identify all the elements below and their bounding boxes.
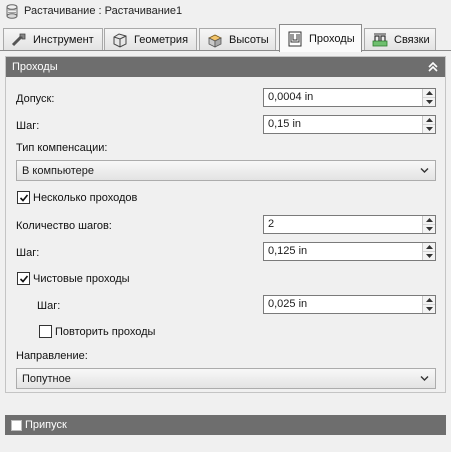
tool-icon [11, 33, 26, 47]
boring-operation-icon [6, 4, 18, 19]
stock-checkbox[interactable] [11, 419, 22, 431]
spin-up-icon[interactable] [423, 116, 435, 124]
spin-up-icon[interactable] [423, 216, 435, 224]
compensation-select[interactable]: В компьютере [16, 160, 436, 181]
compensation-value: В компьютере [22, 164, 94, 177]
step2-value[interactable]: 0,125 in [264, 243, 422, 260]
tab-bar: Инструмент Геометрия Высоты Проходы Связ… [0, 24, 451, 52]
step-value[interactable]: 0,15 in [264, 116, 422, 133]
spin-down-icon[interactable] [423, 304, 435, 313]
finishing-passes-label[interactable]: Чистовые проходы [33, 273, 130, 285]
checkmark-icon [19, 274, 28, 283]
tab-tool[interactable]: Инструмент [3, 28, 103, 51]
passes-icon [288, 31, 302, 46]
geometry-icon [113, 33, 127, 48]
chevron-down-icon [420, 168, 429, 173]
stock-section-title: Припуск [25, 419, 67, 431]
multiple-passes-checkbox[interactable] [17, 191, 30, 204]
step2-spinbox[interactable]: 0,125 in [263, 242, 436, 261]
step-count-label: Количество шагов: [16, 220, 112, 232]
window-title: Растачивание : Растачивание1 [24, 5, 183, 17]
chevron-down-icon [420, 376, 429, 381]
finishing-step-spinbox[interactable]: 0,025 in [263, 295, 436, 314]
checkmark-icon [19, 193, 28, 202]
passes-panel: Проходы Допуск: 0,0004 in Шаг: 0,15 in Т… [5, 56, 446, 393]
tab-divider [0, 50, 451, 51]
tolerance-spinbox[interactable]: 0,0004 in [263, 88, 436, 107]
tab-label: Инструмент [33, 34, 94, 46]
tab-label: Высоты [229, 34, 269, 46]
tab-label: Геометрия [134, 34, 189, 46]
stock-section-header[interactable]: Припуск [5, 415, 446, 435]
spin-down-icon[interactable] [423, 224, 435, 233]
spin-down-icon[interactable] [423, 97, 435, 106]
tab-passes[interactable]: Проходы [279, 24, 362, 52]
finishing-passes-checkbox[interactable] [17, 272, 30, 285]
collapse-icon[interactable] [427, 61, 439, 73]
spin-down-icon[interactable] [423, 251, 435, 260]
heights-icon [208, 34, 222, 48]
step-count-spinbox[interactable]: 2 [263, 215, 436, 234]
linking-icon [372, 33, 388, 47]
compensation-label: Тип компенсации: [16, 142, 108, 154]
tab-label: Связки [394, 34, 430, 46]
direction-label: Направление: [16, 350, 88, 362]
tab-geometry[interactable]: Геометрия [104, 28, 197, 51]
title-bar: Растачивание : Растачивание1 [0, 0, 451, 24]
direction-select[interactable]: Попутное [16, 368, 436, 389]
spin-up-icon[interactable] [423, 296, 435, 304]
spin-down-icon[interactable] [423, 124, 435, 133]
section-title: Проходы [12, 61, 58, 73]
tab-linking[interactable]: Связки [364, 28, 436, 51]
repeat-passes-label[interactable]: Повторить проходы [55, 326, 155, 338]
direction-value: Попутное [22, 372, 71, 385]
tolerance-label: Допуск: [16, 93, 55, 105]
step-count-value[interactable]: 2 [264, 216, 422, 233]
finishing-step-value[interactable]: 0,025 in [264, 296, 422, 313]
passes-section-header[interactable]: Проходы [6, 57, 445, 77]
tab-heights[interactable]: Высоты [199, 28, 276, 51]
spin-up-icon[interactable] [423, 243, 435, 251]
step-label: Шаг: [16, 120, 40, 132]
step2-label: Шаг: [16, 247, 40, 259]
step-spinbox[interactable]: 0,15 in [263, 115, 436, 134]
multiple-passes-label[interactable]: Несколько проходов [33, 192, 137, 204]
tolerance-value[interactable]: 0,0004 in [264, 89, 422, 106]
tab-label: Проходы [309, 32, 355, 45]
finishing-step-label: Шаг: [37, 300, 61, 312]
repeat-passes-checkbox[interactable] [39, 325, 52, 338]
spin-up-icon[interactable] [423, 89, 435, 97]
